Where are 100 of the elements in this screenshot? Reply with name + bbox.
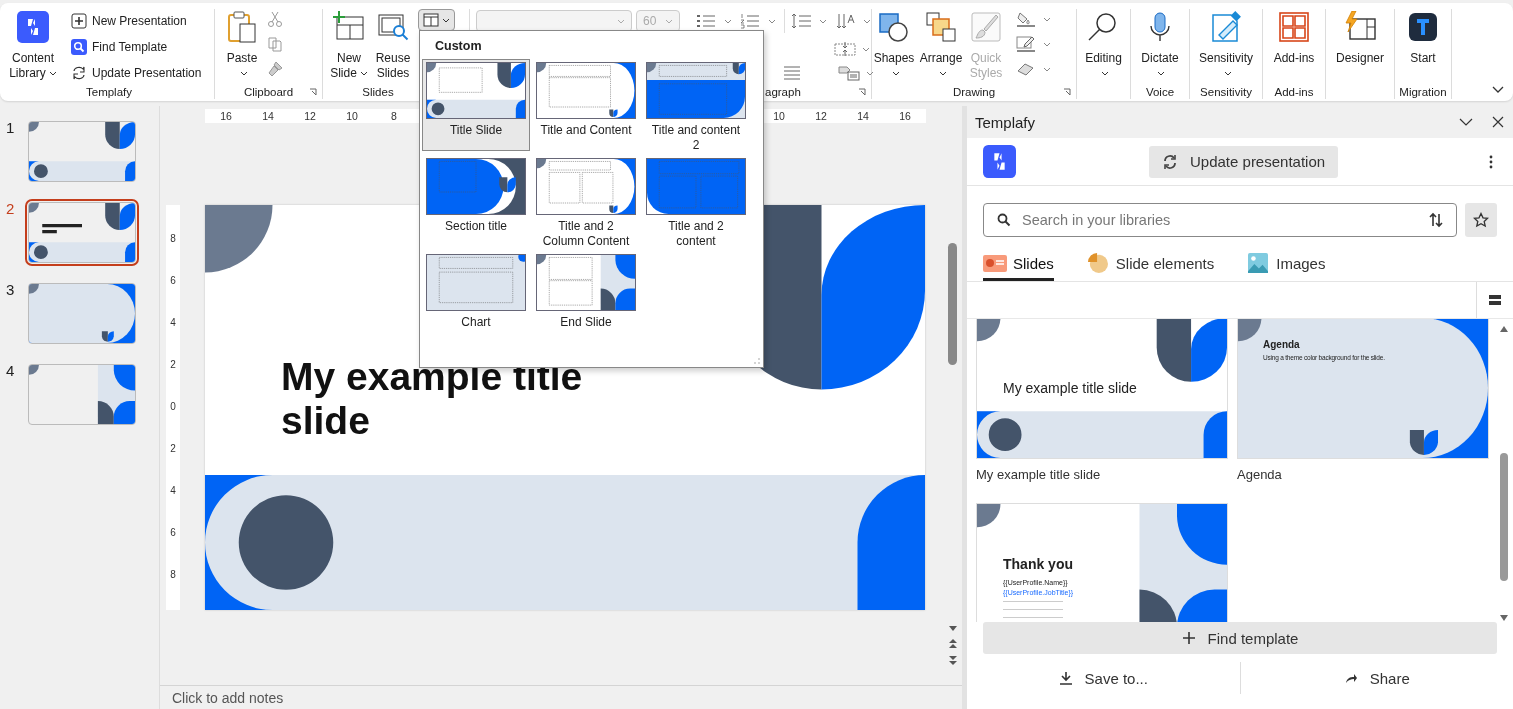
ruler-number: 0 bbox=[169, 400, 177, 414]
scroll-down-icon[interactable] bbox=[1499, 614, 1509, 622]
group-label: Slides bbox=[361, 84, 395, 99]
ruler-number: 12 bbox=[814, 109, 828, 123]
ruler-number: 2 bbox=[169, 442, 177, 456]
paintbrush-icon bbox=[970, 11, 1002, 43]
layout-button[interactable] bbox=[418, 9, 455, 31]
layout-icon bbox=[423, 12, 439, 28]
designer-icon bbox=[1344, 11, 1376, 43]
ruler-number: 8 bbox=[169, 568, 177, 582]
slide-thumbnail[interactable] bbox=[28, 364, 136, 425]
search-box[interactable]: Search in your libraries bbox=[983, 203, 1457, 237]
slides-icon bbox=[983, 253, 1007, 273]
ruler-number: 16 bbox=[898, 109, 912, 123]
font-size-value: 60 bbox=[643, 14, 657, 28]
caret-icon bbox=[239, 71, 248, 77]
group-label: Sensitivity bbox=[1199, 84, 1253, 99]
sort-icon[interactable] bbox=[1428, 212, 1444, 228]
dialog-launcher-icon[interactable] bbox=[858, 88, 866, 96]
caret-icon bbox=[1223, 71, 1232, 77]
leaf-pair-drawing bbox=[1156, 319, 1227, 382]
layout-option[interactable]: Title and Content bbox=[532, 59, 640, 151]
pane-tab[interactable]: Slides bbox=[983, 252, 1054, 281]
caret-icon bbox=[1101, 71, 1109, 77]
shapes-icon bbox=[878, 11, 910, 43]
favorites-button[interactable] bbox=[1465, 203, 1497, 237]
close-icon[interactable] bbox=[1491, 115, 1505, 129]
ruler-number: 8 bbox=[169, 232, 177, 246]
arrange-button[interactable]: Arrange bbox=[918, 9, 964, 81]
new-slide-icon bbox=[333, 11, 365, 43]
content-library-button[interactable]: Content Library bbox=[4, 9, 62, 81]
scrollbar-thumb[interactable] bbox=[1500, 453, 1508, 581]
designer-button[interactable]: Designer bbox=[1333, 9, 1387, 66]
slide-number: 4 bbox=[5, 362, 16, 379]
scroll-up-icon[interactable] bbox=[1499, 325, 1509, 333]
ribbon-button[interactable]: New Presentation bbox=[68, 9, 205, 33]
slide-preview[interactable]: My example title slide bbox=[976, 319, 1228, 459]
layout-option[interactable]: Title and content 2 bbox=[642, 59, 750, 151]
layout-option[interactable]: Title Slide bbox=[422, 59, 530, 151]
scrollbar-thumb[interactable] bbox=[948, 243, 957, 365]
slide-thumbnail[interactable] bbox=[28, 283, 136, 344]
refresh-icon bbox=[1162, 153, 1178, 170]
ruler-number: 2 bbox=[169, 358, 177, 372]
start-button[interactable]: Start bbox=[1404, 9, 1442, 66]
group-label: Add-ins bbox=[1273, 84, 1315, 99]
search-icon bbox=[996, 212, 1012, 228]
sensitivity-button[interactable]: Sensitivity bbox=[1196, 9, 1256, 81]
corner-shape bbox=[977, 319, 1001, 342]
pane-tab[interactable]: Slide elements bbox=[1085, 252, 1215, 281]
ruler-number: 6 bbox=[169, 274, 177, 288]
paste-button[interactable]: Paste bbox=[219, 9, 265, 81]
slide-thumbnail[interactable] bbox=[28, 202, 136, 263]
pie-chart-icon bbox=[1085, 253, 1110, 273]
slide-thumbnail[interactable] bbox=[28, 121, 136, 182]
ribbon-button[interactable]: Update Presentation bbox=[68, 61, 205, 85]
save-to-button[interactable]: Save to... bbox=[967, 660, 1240, 696]
ruler-number: 14 bbox=[261, 109, 275, 123]
dialog-launcher-icon[interactable] bbox=[309, 88, 317, 96]
editing-button[interactable]: Editing bbox=[1082, 9, 1125, 81]
add-ins-button[interactable]: Add-ins bbox=[1270, 9, 1318, 66]
previous-slide-icon[interactable] bbox=[948, 638, 958, 650]
shapes-button[interactable]: Shapes bbox=[872, 9, 916, 81]
group-label: Voice bbox=[1144, 84, 1176, 99]
grid-icon bbox=[1278, 11, 1310, 43]
pane-title: Templafy bbox=[975, 113, 1036, 131]
search-icon bbox=[71, 39, 87, 55]
plus-icon bbox=[71, 13, 87, 29]
slide-number: 3 bbox=[5, 281, 16, 298]
arrange-icon bbox=[925, 11, 957, 43]
find-template-button[interactable]: Find template bbox=[983, 622, 1497, 654]
corner-shape bbox=[977, 504, 1001, 528]
list-view-icon[interactable] bbox=[1489, 294, 1501, 306]
dialog-launcher-icon[interactable] bbox=[1063, 88, 1071, 96]
layout-option[interactable]: Chart bbox=[422, 251, 530, 343]
ruler-number: 4 bbox=[169, 484, 177, 498]
reuse-slides-button[interactable]: Reuse Slides bbox=[373, 9, 413, 81]
notes-placeholder[interactable]: Click to add notes bbox=[172, 689, 284, 706]
group-label: Drawing bbox=[952, 85, 996, 98]
pane-tab[interactable]: Images bbox=[1246, 252, 1326, 281]
ruler-number: 16 bbox=[219, 109, 233, 123]
caret-icon bbox=[359, 71, 368, 77]
resize-grip-icon[interactable] bbox=[754, 358, 760, 364]
templafy-logo-icon bbox=[17, 11, 49, 43]
caret-icon bbox=[891, 71, 900, 77]
next-slide-icon[interactable] bbox=[948, 654, 958, 666]
dictate-button[interactable]: Dictate bbox=[1138, 9, 1182, 81]
more-options-icon[interactable] bbox=[1489, 154, 1493, 169]
layout-option[interactable]: End Slide bbox=[532, 251, 640, 343]
menu-heading: Custom bbox=[434, 38, 483, 55]
download-icon bbox=[1058, 671, 1073, 685]
share-button[interactable]: Share bbox=[1240, 660, 1513, 696]
collapse-ribbon-icon[interactable] bbox=[1492, 86, 1504, 93]
paintbrush-icon[interactable] bbox=[267, 61, 283, 77]
new-slide-button[interactable]: New Slide bbox=[327, 9, 371, 81]
update-presentation-button[interactable]: Update presentation bbox=[1149, 145, 1339, 178]
ruler-number: 12 bbox=[303, 109, 317, 123]
caret-icon bbox=[48, 71, 57, 77]
ribbon-button[interactable]: Find Template bbox=[68, 35, 205, 59]
plus-icon bbox=[1181, 631, 1196, 645]
group-label: Clipboard bbox=[243, 85, 294, 98]
